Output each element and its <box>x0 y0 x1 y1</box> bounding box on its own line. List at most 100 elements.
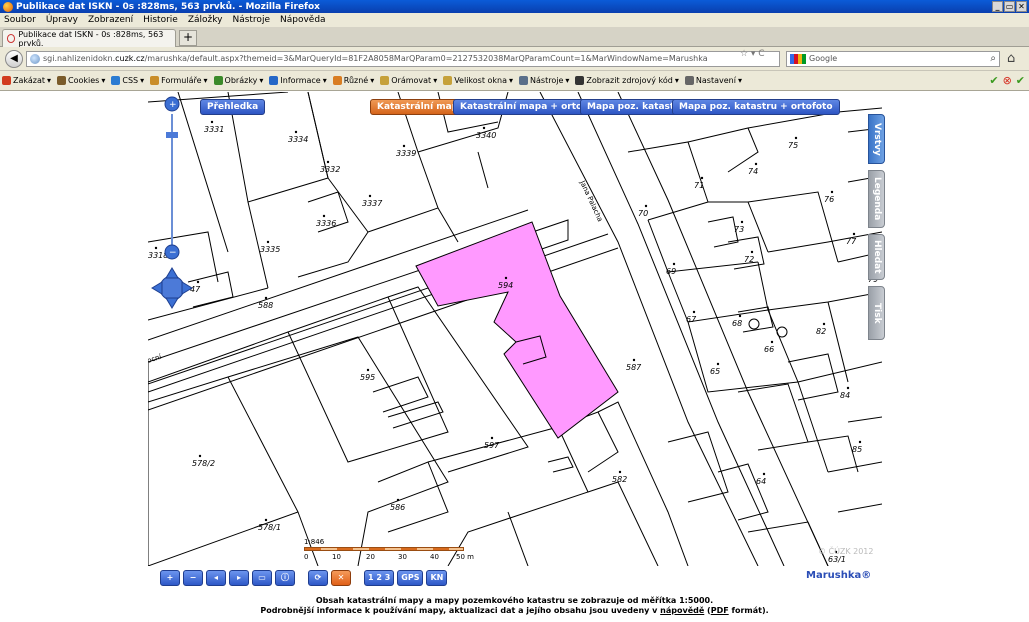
cadastral-map[interactable]: 3331333433323339334033373336333533184758… <box>148 92 882 566</box>
kn-button[interactable]: KN <box>426 570 448 586</box>
info-button[interactable]: ⓘ <box>275 570 295 586</box>
measure-button[interactable]: 1 2 3 <box>364 570 395 586</box>
google-engine-icon[interactable] <box>790 54 806 64</box>
webdev-item-2[interactable]: CSS ▾ <box>111 76 144 85</box>
parcel-number: 47 <box>190 285 201 294</box>
menu-zobrazeni[interactable]: Zobrazení <box>88 15 133 25</box>
check-icon-2[interactable]: ✔ <box>1016 74 1025 87</box>
menu-zalozky[interactable]: Záložky <box>188 15 223 25</box>
tab-legend[interactable]: Legenda <box>868 170 885 228</box>
webdev-item-5[interactable]: Informace ▾ <box>269 76 327 85</box>
url-bar[interactable]: sgi.nahlizenidokn.cuzk.cz/marushka/defau… <box>26 51 780 67</box>
webdev-item-9[interactable]: Nástroje ▾ <box>519 76 569 85</box>
webdev-item-0[interactable]: Zakázat ▾ <box>2 76 51 85</box>
webdev-item-4[interactable]: Obrázky ▾ <box>213 76 264 85</box>
parcel-point <box>266 240 270 244</box>
back-button[interactable]: ◀ <box>5 50 23 68</box>
parcel-point <box>490 436 494 440</box>
menu-nastroje[interactable]: Nástroje <box>232 15 270 25</box>
parcel-point <box>644 204 648 208</box>
parcel-number: 578/2 <box>192 459 215 468</box>
help-link[interactable]: nápovědě <box>660 606 704 615</box>
resize-icon <box>443 76 453 85</box>
parcel-number: 3332 <box>320 165 340 174</box>
webdev-item-1[interactable]: Cookies ▾ <box>57 76 105 85</box>
webdev-item-6[interactable]: Různé ▾ <box>332 76 374 85</box>
webdev-item-label: Různé <box>343 76 369 85</box>
clear-button[interactable]: ✕ <box>331 570 351 586</box>
parcel-point <box>368 194 372 198</box>
css-icon <box>111 76 121 85</box>
maximize-button[interactable]: ▭ <box>1004 1 1015 12</box>
zoom-rectangle-button[interactable]: ▭ <box>252 570 272 586</box>
home-icon[interactable]: ⌂ <box>1007 51 1015 66</box>
parcel-point <box>482 126 486 130</box>
parcel-point <box>852 232 856 236</box>
parcel-number: 65 <box>710 367 720 376</box>
refresh-button[interactable]: ⟳ <box>308 570 328 586</box>
search-icon[interactable]: ⌕ <box>990 52 996 66</box>
next-view-button[interactable]: ▸ <box>229 570 249 586</box>
webdev-item-10[interactable]: Zobrazit zdrojový kód ▾ <box>575 76 679 85</box>
url-prefix: sgi.nahlizenidokn. <box>43 54 116 63</box>
parcel-point <box>402 144 406 148</box>
parcel-number: 588 <box>258 301 273 310</box>
dropdown-arrow-icon: ▾ <box>565 76 570 85</box>
site-identity-icon[interactable] <box>30 54 40 64</box>
parcel-point <box>154 246 158 250</box>
webdev-item-8[interactable]: Velikost okna ▾ <box>443 76 513 85</box>
parcel-number: 578/1 <box>258 523 281 532</box>
menu-upravy[interactable]: Úpravy <box>46 15 78 25</box>
browser-tab[interactable]: Publikace dat ISKN - 0s :828ms, 563 prvk… <box>2 29 176 48</box>
parcel-number: 3339 <box>396 149 416 158</box>
parcel-point <box>700 176 704 180</box>
tab-layers[interactable]: Vrstvy <box>868 114 885 164</box>
tab-search[interactable]: Hledat <box>868 234 885 280</box>
outline-icon <box>380 76 390 85</box>
webdev-item-3[interactable]: Formuláře ▾ <box>150 76 208 85</box>
zoom-in-button[interactable]: + <box>160 570 180 586</box>
error-icon[interactable]: ⊗ <box>1003 74 1012 87</box>
map-toolbar: + − ◂ ▸ ▭ ⓘ ⟳ ✕ 1 2 3 GPS KN <box>160 570 448 588</box>
tools-icon <box>519 76 529 85</box>
webdev-item-label: Formuláře <box>161 76 202 85</box>
misc-icon <box>332 76 342 85</box>
parcel-point <box>326 160 330 164</box>
bookmark-star-icon[interactable]: ☆ ▾ C <box>740 49 765 59</box>
info-icon <box>269 76 279 85</box>
minimize-button[interactable]: _ <box>992 1 1003 12</box>
webdev-item-7[interactable]: Orámovat ▾ <box>380 76 437 85</box>
parcel-number: 597 <box>484 441 500 450</box>
previous-view-button[interactable]: ◂ <box>206 570 226 586</box>
check-icon[interactable]: ✔ <box>989 74 998 87</box>
menu-soubor[interactable]: Soubor <box>4 15 36 25</box>
dropdown-arrow-icon: ▾ <box>433 76 438 85</box>
gps-button[interactable]: GPS <box>397 570 424 586</box>
parcel-point <box>716 362 720 366</box>
parcel-point <box>738 314 742 318</box>
pdf-link[interactable]: PDF <box>711 606 729 615</box>
search-input[interactable]: Google ⌕ <box>786 51 1000 67</box>
pan-control[interactable] <box>151 267 193 309</box>
parcel-point <box>264 518 268 522</box>
menu-historie[interactable]: Historie <box>143 15 178 25</box>
close-button[interactable]: ✕ <box>1016 1 1027 12</box>
svg-text:+: + <box>169 100 177 110</box>
new-tab-button[interactable]: + <box>179 30 197 46</box>
tab-print[interactable]: Tisk <box>868 286 885 340</box>
parcel-point <box>754 162 758 166</box>
parcel-number: 3336 <box>316 219 336 228</box>
dropdown-arrow-icon: ▾ <box>259 76 264 85</box>
zoom-slider[interactable]: + − <box>164 96 180 260</box>
map-viewport[interactable]: 3331 3334 3332 3339 3340 3337 3336 3335 3318 47 58… <box>148 92 882 566</box>
positional-ortho-button[interactable]: Mapa poz. katastru + ortofoto <box>672 99 840 115</box>
overview-button[interactable]: Přehledka <box>200 99 266 115</box>
parcel-number: 70 <box>638 209 648 218</box>
webdev-item-11[interactable]: Nastavení ▾ <box>684 76 742 85</box>
zoom-out-button[interactable]: − <box>183 570 203 586</box>
menu-napoveda[interactable]: Nápověda <box>280 15 326 25</box>
scale-label: 40 <box>430 553 439 561</box>
parcel-number: 63/1 <box>828 555 846 564</box>
parcel-point <box>750 250 754 254</box>
parcel-point <box>210 120 214 124</box>
